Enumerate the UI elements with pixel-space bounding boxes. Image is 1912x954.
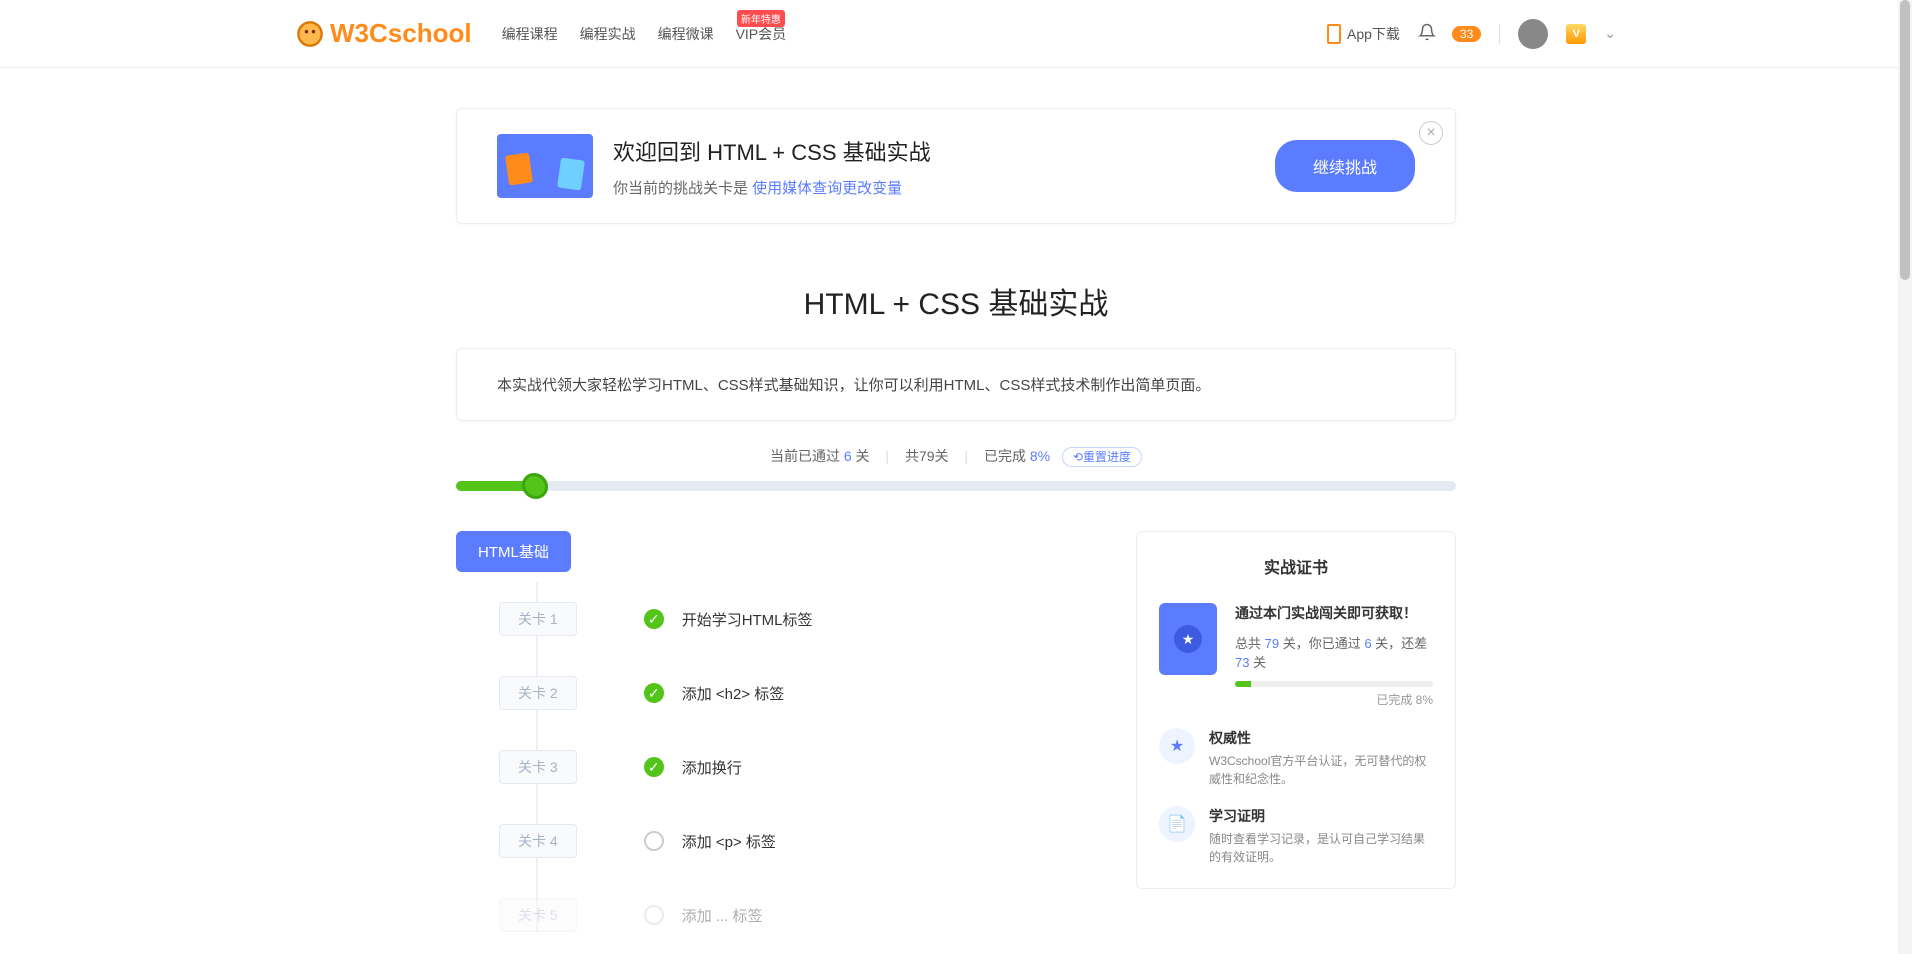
progress-bar	[456, 481, 1456, 491]
certificate-icon	[1159, 603, 1217, 675]
level-stage-chip: 关卡 3	[499, 750, 577, 784]
cert-progress-label: 已完成 8%	[1235, 691, 1433, 708]
scrollbar-track[interactable]	[1898, 0, 1912, 954]
circle-icon	[644, 831, 664, 851]
list-item: 关卡 5 添加 ... 标签	[536, 878, 1106, 932]
feature-item: ★ 权威性 W3Cschool官方平台认证，无可替代的权威性和纪念性。	[1159, 728, 1433, 788]
passed-count: 6	[844, 448, 852, 464]
welcome-subtitle: 你当前的挑战关卡是 使用媒体查询更改变量	[613, 177, 931, 198]
level-title-link[interactable]: 添加 ... 标签	[682, 905, 763, 926]
bell-icon	[1418, 28, 1436, 44]
list-item: 关卡 3 ✓ 添加换行	[536, 730, 1106, 804]
level-stage-chip: 关卡 4	[499, 824, 577, 858]
list-item: 关卡 4 添加 <p> 标签	[536, 804, 1106, 878]
logo-text: W3Cschool	[330, 18, 472, 49]
list-item: 关卡 2 ✓ 添加 <h2> 标签	[536, 656, 1106, 730]
level-stage-chip: 关卡 5	[499, 898, 577, 932]
welcome-illustration	[497, 134, 593, 198]
level-timeline: 关卡 1 ✓ 开始学习HTML标签 关卡 2 ✓ 添加 <h2> 标签 关卡 3…	[536, 582, 1106, 932]
vip-badge-icon[interactable]: V	[1566, 24, 1586, 44]
description-card: 本实战代领大家轻松学习HTML、CSS样式基础知识，让你可以利用HTML、CSS…	[456, 348, 1456, 421]
cert-progress-bar	[1235, 681, 1433, 687]
level-title-link[interactable]: 添加 <h2> 标签	[682, 683, 785, 704]
cert-title: 实战证书	[1159, 554, 1433, 578]
close-icon[interactable]: ×	[1419, 121, 1443, 145]
welcome-title: 欢迎回到 HTML + CSS 基础实战	[613, 135, 931, 167]
continue-button[interactable]: 继续挑战	[1275, 140, 1415, 192]
section-chip[interactable]: HTML基础	[456, 531, 571, 572]
level-title-link[interactable]: 添加 <p> 标签	[682, 831, 776, 852]
nav-courses[interactable]: 编程课程	[502, 24, 558, 44]
reset-progress-button[interactable]: ⟲重置进度	[1062, 447, 1142, 467]
chevron-down-icon[interactable]: ⌄	[1604, 25, 1616, 42]
welcome-card: 欢迎回到 HTML + CSS 基础实战 你当前的挑战关卡是 使用媒体查询更改变…	[456, 108, 1456, 224]
feature-title: 权威性	[1209, 728, 1433, 748]
done-percent: 8%	[1030, 448, 1050, 464]
circle-icon	[644, 905, 664, 925]
check-icon: ✓	[644, 683, 664, 703]
nav-vip[interactable]: 新年特惠 VIP会员	[736, 24, 787, 44]
cert-stats: 总共 79 关，你已通过 6 关，还差 73 关	[1235, 633, 1433, 671]
notification-count: 33	[1452, 26, 1481, 42]
list-item: 关卡 1 ✓ 开始学习HTML标签	[536, 582, 1106, 656]
scrollbar-thumb[interactable]	[1900, 0, 1910, 280]
total-count: 共79关	[905, 448, 949, 464]
level-stage-chip: 关卡 1	[499, 602, 577, 636]
feature-item: 📄 学习证明 随时查看学习记录，是认可自己学习结果的有效证明。	[1159, 806, 1433, 866]
header: W3Cschool 编程课程 编程实战 编程微课 新年特惠 VIP会员 App下…	[0, 0, 1912, 68]
user-avatar[interactable]	[1518, 19, 1548, 49]
check-icon: ✓	[644, 609, 664, 629]
nav-practice[interactable]: 编程实战	[580, 24, 636, 44]
progress-thumb-icon	[522, 473, 548, 499]
progress-fill	[456, 481, 536, 491]
level-title-link[interactable]: 开始学习HTML标签	[682, 609, 813, 630]
level-stage-chip: 关卡 2	[499, 676, 577, 710]
feature-desc: 随时查看学习记录，是认可自己学习结果的有效证明。	[1209, 830, 1433, 866]
notifications-button[interactable]	[1418, 23, 1436, 44]
main-nav: 编程课程 编程实战 编程微课 新年特惠 VIP会员	[502, 24, 787, 44]
nav-micro[interactable]: 编程微课	[658, 24, 714, 44]
divider	[1499, 24, 1500, 44]
feature-title: 学习证明	[1209, 806, 1433, 826]
level-title-link[interactable]: 添加换行	[682, 757, 742, 778]
logo-icon	[296, 20, 324, 48]
check-icon: ✓	[644, 757, 664, 777]
nav-vip-badge: 新年特惠	[737, 10, 785, 27]
document-icon: 📄	[1159, 806, 1195, 842]
logo[interactable]: W3Cschool	[296, 18, 472, 49]
current-challenge-link[interactable]: 使用媒体查询更改变量	[752, 180, 902, 197]
app-download-link[interactable]: App下载	[1327, 24, 1400, 44]
feature-desc: W3Cschool官方平台认证，无可替代的权威性和纪念性。	[1209, 752, 1433, 788]
progress-info: 当前已通过 6 关 | 共79关 | 已完成 8% ⟲重置进度	[456, 446, 1456, 466]
page-title: HTML + CSS 基础实战	[456, 279, 1456, 323]
star-icon: ★	[1159, 728, 1195, 764]
cert-headline: 通过本门实战闯关即可获取！	[1235, 603, 1433, 623]
certificate-card: 实战证书 通过本门实战闯关即可获取！ 总共 79 关，你已通过 6 关，还差 7…	[1136, 531, 1456, 889]
phone-icon	[1327, 24, 1341, 44]
